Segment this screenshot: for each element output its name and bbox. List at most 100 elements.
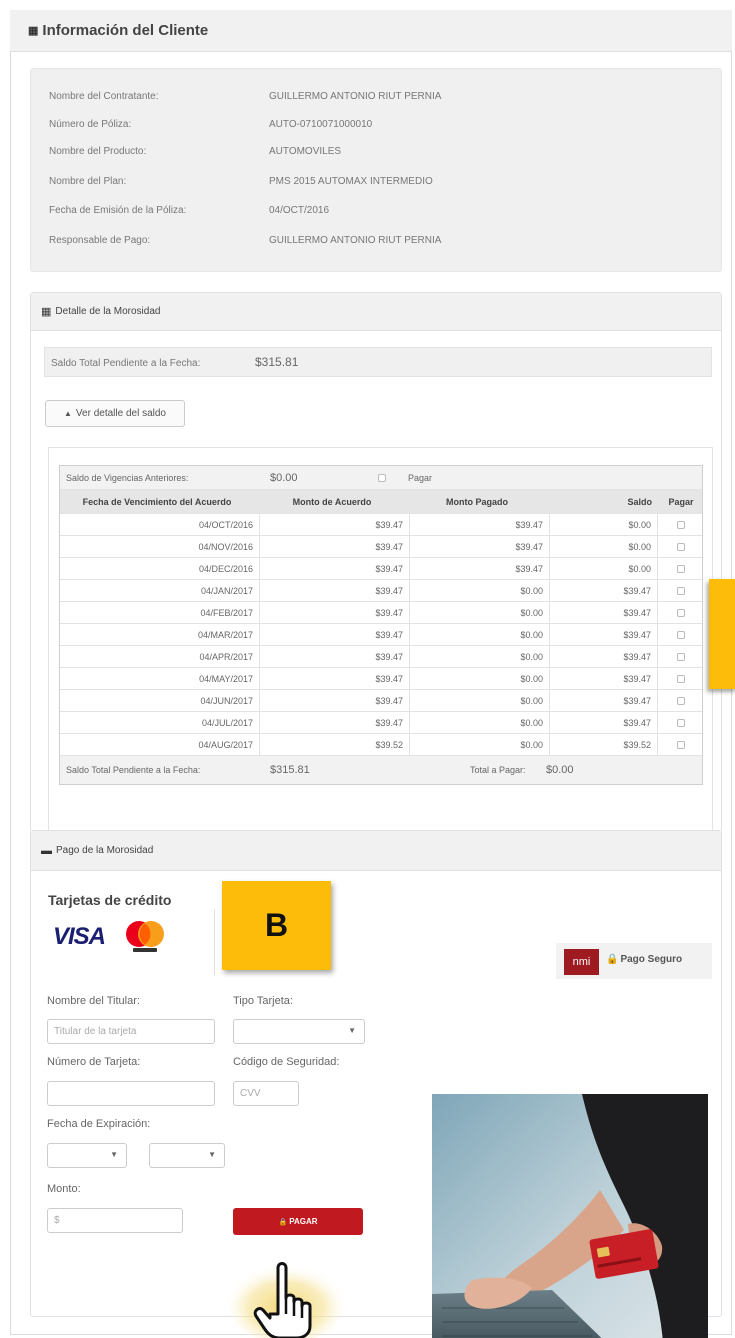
cell-paid-amount: $0.00 [410, 712, 550, 733]
table-body: 04/OCT/2016 $39.47 $39.47 $0.00 04/NOV/2016 $… [60, 514, 702, 756]
info-row: Nombre del Contratante: GUILLERMO ANTONI… [49, 91, 441, 107]
lock-icon: 🔒 [278, 1218, 288, 1226]
card-type-label: Tipo Tarjeta: [233, 995, 293, 1007]
info-row: Responsable de Pago: GUILLERMO ANTONIO R… [49, 235, 441, 251]
info-row: Nombre del Plan: PMS 2015 AUTOMAX INTERM… [49, 176, 433, 192]
row-pay-checkbox[interactable] [658, 668, 704, 689]
arrears-detail-header: ▦ Detalle de la Morosidad [31, 293, 721, 331]
previous-balance-value: $0.00 [270, 471, 298, 484]
column-header-date: Fecha de Vencimiento del Acuerdo [82, 496, 232, 507]
cell-balance: $39.47 [550, 690, 658, 711]
cell-balance: $39.47 [550, 712, 658, 733]
chevron-down-icon: ▼ [208, 1150, 216, 1159]
card-holder-input[interactable]: Titular de la tarjeta [47, 1019, 215, 1044]
arrears-payment-title: Pago de la Morosidad [56, 845, 154, 856]
cell-balance: $39.47 [550, 646, 658, 667]
cell-paid-amount: $0.00 [410, 624, 550, 645]
cell-paid-amount: $0.00 [410, 690, 550, 711]
info-value: AUTO-0710071000010 [269, 119, 373, 130]
row-pay-checkbox[interactable] [658, 734, 704, 755]
previous-balance-row: Saldo de Vigencias Anteriores: $0.00 Pag… [60, 466, 702, 490]
row-pay-checkbox[interactable] [658, 536, 704, 557]
card-number-label: Número de Tarjeta: [47, 1056, 141, 1068]
cell-balance: $0.00 [550, 514, 658, 535]
table-row: 04/DEC/2016 $39.47 $39.47 $0.00 [60, 558, 702, 580]
hand-pointer-icon [228, 1262, 344, 1338]
footer-balance-value: $315.81 [270, 764, 310, 776]
info-value: GUILLERMO ANTONIO RIUT PERNIA [269, 91, 442, 102]
cell-paid-amount: $39.47 [410, 514, 550, 535]
row-pay-checkbox[interactable] [658, 514, 704, 535]
th-icon: ▦ [28, 25, 39, 37]
balance-detail-table: Saldo de Vigencias Anteriores: $0.00 Pag… [59, 465, 703, 785]
cell-agreement-amount: $39.47 [260, 558, 410, 579]
cell-due-date: 04/MAY/2017 [60, 668, 260, 689]
table-row: 04/MAY/2017 $39.47 $0.00 $39.47 [60, 668, 702, 690]
arrears-payment-header: ▬ Pago de la Morosidad [31, 831, 721, 871]
row-pay-checkbox[interactable] [658, 602, 704, 623]
row-pay-checkbox[interactable] [658, 712, 704, 733]
table-row: 04/OCT/2016 $39.47 $39.47 $0.00 [60, 514, 702, 536]
amount-input[interactable]: $ [47, 1208, 183, 1233]
cell-balance: $0.00 [550, 558, 658, 579]
view-balance-detail-label: Ver detalle del saldo [75, 408, 166, 419]
lock-icon: 🔒 [606, 954, 619, 965]
view-balance-detail-button[interactable]: ▲ Ver detalle del saldo [45, 400, 185, 427]
card-type-select[interactable]: ▼ [233, 1019, 365, 1044]
cards-divider [214, 909, 215, 975]
footer-balance-label: Saldo Total Pendiente a la Fecha: [66, 765, 201, 775]
th-icon: ▬ [41, 844, 52, 857]
cell-paid-amount: $0.00 [410, 668, 550, 689]
secure-payment-badge: nmi 🔒 Pago Seguro [556, 943, 712, 979]
table-row: 04/JUL/2017 $39.47 $0.00 $39.47 [60, 712, 702, 734]
cell-due-date: 04/FEB/2017 [60, 602, 260, 623]
expiry-year-select[interactable]: ▼ [149, 1143, 225, 1168]
expiry-date-label: Fecha de Expiración: [47, 1118, 151, 1130]
card-number-input[interactable] [47, 1081, 215, 1106]
previous-balance-pay-label: Pagar [408, 472, 433, 483]
cell-due-date: 04/JAN/2017 [60, 580, 260, 601]
cell-agreement-amount: $39.47 [260, 690, 410, 711]
cell-agreement-amount: $39.47 [260, 580, 410, 601]
security-code-label: Código de Seguridad: [233, 1056, 340, 1068]
cell-due-date: 04/JUN/2017 [60, 690, 260, 711]
outstanding-balance-box: Saldo Total Pendiente a la Fecha: $315.8… [44, 347, 712, 377]
expiry-month-select[interactable]: ▼ [47, 1143, 127, 1168]
cell-due-date: 04/DEC/2016 [60, 558, 260, 579]
cell-paid-amount: $0.00 [410, 646, 550, 667]
balance-detail-container: Saldo de Vigencias Anteriores: $0.00 Pag… [48, 447, 713, 831]
info-value: GUILLERMO ANTONIO RIUT PERNIA [269, 235, 442, 246]
cell-paid-amount: $0.00 [410, 734, 550, 755]
security-code-input[interactable]: CVV [233, 1081, 299, 1106]
row-pay-checkbox[interactable] [658, 580, 704, 601]
info-value: AUTOMOVILES [269, 146, 342, 157]
amount-label: Monto: [47, 1183, 81, 1195]
info-label: Nombre del Producto: [49, 146, 147, 157]
table-row: 04/APR/2017 $39.47 $0.00 $39.47 [60, 646, 702, 668]
info-value: 04/OCT/2016 [269, 205, 330, 216]
mastercard-logo [126, 921, 164, 952]
cell-agreement-amount: $39.47 [260, 602, 410, 623]
row-pay-checkbox[interactable] [658, 558, 704, 579]
client-info-panel: Nombre del Contratante: GUILLERMO ANTONI… [30, 68, 722, 272]
visa-logo: VISA [53, 923, 106, 950]
cell-agreement-amount: $39.47 [260, 536, 410, 557]
column-header-balance: Saldo [627, 496, 652, 507]
table-row: 04/JUN/2017 $39.47 $0.00 $39.47 [60, 690, 702, 712]
cell-balance: $39.47 [550, 668, 658, 689]
cell-balance: $0.00 [550, 536, 658, 557]
cell-due-date: 04/NOV/2016 [60, 536, 260, 557]
pay-button[interactable]: 🔒 PAGAR [233, 1208, 363, 1235]
client-info-title: Información del Cliente [42, 22, 209, 39]
outstanding-balance-value: $315.81 [255, 355, 299, 369]
info-label: Número de Póliza: [49, 119, 132, 130]
row-pay-checkbox[interactable] [658, 646, 704, 667]
previous-balance-pay-checkbox[interactable] [378, 466, 386, 489]
chevron-down-icon: ▼ [348, 1026, 356, 1035]
cell-balance: $39.52 [550, 734, 658, 755]
pay-button-label: PAGAR [289, 1217, 318, 1226]
info-label: Fecha de Emisión de la Póliza: [49, 205, 187, 216]
row-pay-checkbox[interactable] [658, 690, 704, 711]
row-pay-checkbox[interactable] [658, 624, 704, 645]
cell-agreement-amount: $39.52 [260, 734, 410, 755]
